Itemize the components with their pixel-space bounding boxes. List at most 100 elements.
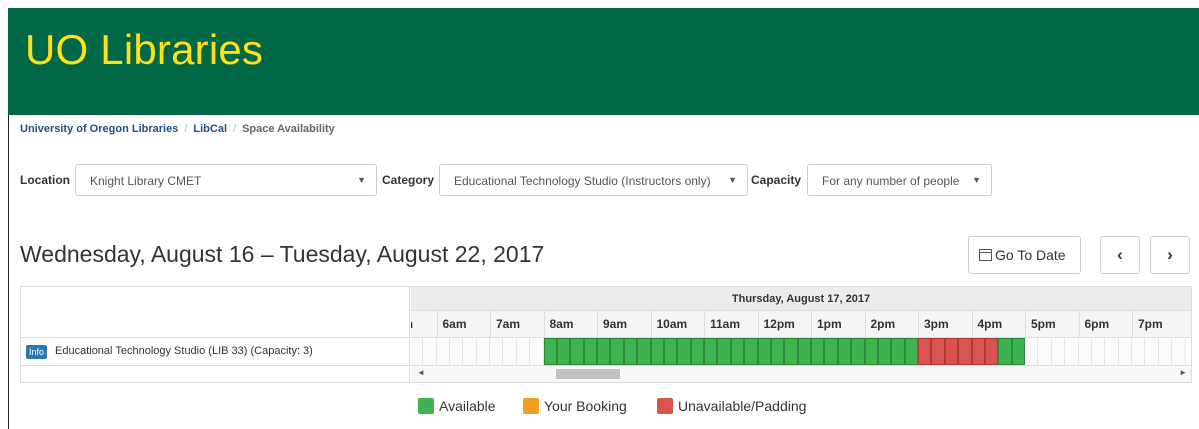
time-slot-unavailable [918, 338, 932, 365]
horizontal-scrollbar[interactable]: ◄ ► [411, 366, 1191, 382]
time-slot-available[interactable] [891, 338, 905, 365]
hour-label: 6pm [1078, 311, 1133, 338]
time-slot-available[interactable] [757, 338, 771, 365]
hour-label: 4pm [971, 311, 1026, 338]
time-slot-available[interactable] [717, 338, 731, 365]
time-slot-empty [449, 338, 464, 365]
scroll-left-icon[interactable]: ◄ [417, 368, 425, 377]
time-slot-available[interactable] [877, 338, 892, 365]
scroll-right-icon[interactable]: ► [1179, 368, 1187, 377]
next-button[interactable]: › [1150, 236, 1190, 274]
time-slot-empty [1078, 338, 1092, 365]
hour-label: 5am [411, 311, 437, 338]
date-range-title: Wednesday, August 16 – Tuesday, August 2… [20, 241, 545, 267]
time-slot-empty [1172, 338, 1186, 365]
location-select[interactable]: Knight Library CMET ▼ [75, 164, 377, 196]
time-slot-available[interactable] [837, 338, 852, 365]
time-slot-available[interactable] [677, 338, 691, 365]
breadcrumb-home-link[interactable]: University of Oregon Libraries [20, 123, 178, 135]
time-slot-available[interactable] [730, 338, 745, 365]
time-slot-empty [1105, 338, 1119, 365]
time-slot-available[interactable] [864, 338, 878, 365]
legend-swatch [657, 398, 673, 414]
scrollbar-thumb[interactable] [556, 369, 620, 379]
time-slot-empty [530, 338, 544, 365]
time-slot-available[interactable] [770, 338, 785, 365]
legend-label: Unavailable/Padding [678, 398, 807, 414]
hour-label: 8am [543, 311, 598, 338]
breadcrumb-libcal-link[interactable]: LibCal [193, 123, 227, 135]
time-slot-empty [436, 338, 450, 365]
time-slot-available[interactable] [797, 338, 811, 365]
hour-label: 11am [704, 311, 758, 338]
hour-header-row: 5am6am7am8am9am10am11am12pm1pm2pm3pm4pm5… [411, 311, 1191, 338]
category-select-value: Educational Technology Studio (Instructo… [454, 174, 711, 188]
chevron-down-icon: ▼ [972, 175, 981, 185]
hour-label: 1pm [811, 311, 865, 338]
time-slot-available[interactable] [556, 338, 571, 365]
time-slot-available[interactable] [744, 338, 758, 365]
time-slot-empty [1091, 338, 1106, 365]
time-slot-available[interactable] [650, 338, 664, 365]
hour-label: 10am [650, 311, 705, 338]
category-select[interactable]: Educational Technology Studio (Instructo… [439, 164, 748, 196]
space-column-header [21, 287, 410, 338]
info-button[interactable]: Info [26, 345, 48, 359]
chevron-down-icon: ▼ [357, 175, 366, 185]
time-slot-available[interactable] [610, 338, 624, 365]
time-slot-available[interactable] [570, 338, 584, 365]
time-slot-available[interactable] [690, 338, 704, 365]
capacity-select[interactable]: For any number of people ▼ [807, 164, 992, 196]
time-slot-empty [1132, 338, 1146, 365]
time-slot-unavailable [971, 338, 985, 365]
hour-label: 5pm [1025, 311, 1079, 338]
capacity-label: Capacity [751, 173, 802, 187]
breadcrumb-separator: / [184, 123, 188, 135]
time-slot-available[interactable] [583, 338, 597, 365]
time-slot-available[interactable] [663, 338, 678, 365]
location-select-value: Knight Library CMET [90, 174, 202, 188]
chevron-right-icon: › [1167, 245, 1173, 264]
time-slot-empty [463, 338, 477, 365]
time-slot-available[interactable] [637, 338, 651, 365]
site-title[interactable]: UO Libraries [25, 26, 263, 74]
time-slot-available[interactable] [824, 338, 838, 365]
go-to-date-button[interactable]: Go To Date [968, 236, 1081, 274]
slot-row [411, 338, 1191, 366]
breadcrumb-current: Space Availability [242, 123, 335, 135]
space-row: Info Educational Technology Studio (LIB … [21, 338, 410, 366]
time-slot-unavailable [984, 338, 999, 365]
breadcrumb-separator: / [233, 123, 237, 135]
time-slot-available[interactable] [851, 338, 865, 365]
time-slot-available[interactable] [543, 338, 557, 365]
time-slot-available[interactable] [623, 338, 638, 365]
category-label: Category [382, 173, 435, 187]
time-slot-empty [411, 338, 424, 365]
breadcrumb: University of Oregon Libraries / LibCal / Sp… [20, 123, 335, 135]
time-slot-available[interactable] [704, 338, 718, 365]
space-column: Info Educational Technology Studio (LIB … [21, 287, 410, 382]
time-slot-unavailable [944, 338, 959, 365]
availability-grid: Info Educational Technology Studio (LIB … [20, 286, 1192, 383]
chevron-down-icon: ▼ [728, 175, 737, 185]
capacity-select-value: For any number of people [822, 174, 960, 188]
time-slot-available[interactable] [998, 338, 1012, 365]
time-slot-empty [1051, 338, 1066, 365]
hour-label: 3pm [918, 311, 972, 338]
time-slot-empty [503, 338, 517, 365]
time-slot-empty [1145, 338, 1159, 365]
time-slot-unavailable [931, 338, 945, 365]
legend-swatch [523, 398, 539, 414]
legend-your-booking: Your Booking [523, 398, 627, 414]
time-slot-available[interactable] [784, 338, 798, 365]
time-slot-available[interactable] [1011, 338, 1025, 365]
time-slot-empty [1025, 338, 1039, 365]
hour-label: 12pm [757, 311, 812, 338]
time-slot-available[interactable] [811, 338, 825, 365]
legend-label: Your Booking [544, 398, 627, 414]
legend-unavailable: Unavailable/Padding [657, 398, 806, 414]
previous-button[interactable]: ‹ [1100, 236, 1140, 274]
time-slot-available[interactable] [597, 338, 611, 365]
go-to-date-label: Go To Date [995, 247, 1066, 263]
time-slot-available[interactable] [904, 338, 918, 365]
